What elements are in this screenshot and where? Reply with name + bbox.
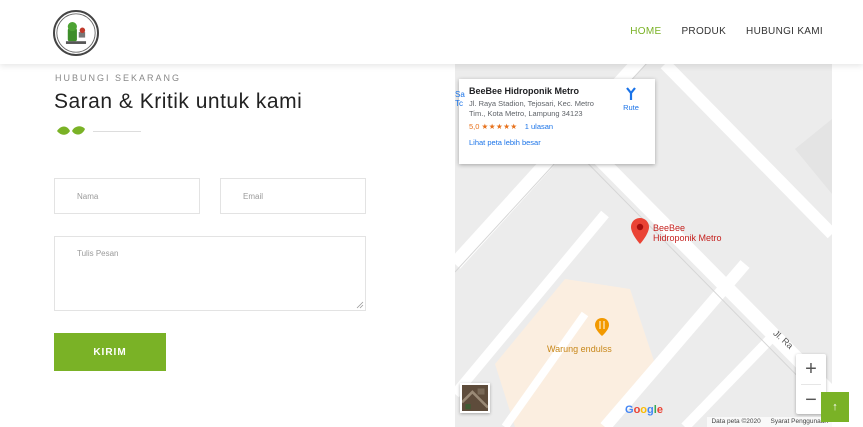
card-rating: 5,0 ★★★★★ 1 ulasan	[469, 122, 645, 131]
rating-stars-icon: ★★★★★	[481, 122, 518, 131]
google-logo: Google	[625, 404, 663, 416]
map-side-label: Sa Tc	[455, 90, 465, 108]
nav-produk[interactable]: PRODUK	[681, 26, 726, 37]
scroll-top-button[interactable]: ↑	[821, 392, 849, 422]
satellite-thumbnail-icon	[462, 385, 488, 411]
name-field[interactable]	[54, 178, 200, 214]
reviews-link[interactable]: 1 ulasan	[525, 122, 553, 131]
directions-icon	[626, 87, 636, 100]
restaurant-pin-icon[interactable]	[595, 318, 609, 336]
zoom-in-button[interactable]: +	[796, 354, 826, 384]
map-data-credit: Data peta ©2020	[711, 418, 761, 425]
google-map[interactable]: BeeBee Hidroponik Metro Jl. Raya Stadion…	[455, 64, 832, 427]
divider-line	[93, 131, 141, 132]
route-label: Rute	[623, 103, 639, 112]
restaurant-label[interactable]: Warung endulss	[547, 344, 612, 354]
nav-home[interactable]: HOME	[630, 26, 661, 37]
map-info-card: BeeBee Hidroponik Metro Jl. Raya Stadion…	[459, 79, 655, 164]
arrow-up-icon: ↑	[832, 401, 838, 413]
section-eyebrow: HUBUNGI SEKARANG	[55, 73, 182, 83]
email-field[interactable]	[220, 178, 366, 214]
card-address: Jl. Raya Stadion, Tejosari, Kec. Metro T…	[469, 99, 594, 118]
logo-icon	[56, 13, 96, 53]
nav-hubungi-kami[interactable]: HUBUNGI KAMI	[746, 26, 823, 37]
message-field[interactable]	[54, 236, 366, 311]
map-terms-link[interactable]: Syarat Penggunaan	[771, 418, 828, 425]
resize-grip-icon[interactable]	[356, 301, 364, 309]
main-nav: HOME PRODUK HUBUNGI KAMI	[630, 26, 823, 37]
route-button[interactable]: Rute	[619, 87, 643, 112]
map-pin-icon[interactable]	[631, 218, 649, 244]
title-divider	[55, 124, 145, 138]
map-footer: Data peta ©2020 Syarat Penggunaan	[707, 417, 832, 427]
rating-value: 5,0	[469, 122, 480, 131]
submit-button[interactable]: KIRIM	[54, 333, 166, 371]
section-title: Saran & Kritik untuk kami	[54, 90, 303, 113]
site-logo[interactable]	[53, 10, 99, 56]
satellite-toggle[interactable]	[460, 383, 490, 413]
site-header: HOME PRODUK HUBUNGI KAMI	[0, 0, 863, 64]
place-label[interactable]: BeeBee Hidroponik Metro	[653, 223, 722, 243]
leaf-icon	[57, 126, 85, 135]
larger-map-link[interactable]: Lihat peta lebih besar	[469, 138, 645, 147]
